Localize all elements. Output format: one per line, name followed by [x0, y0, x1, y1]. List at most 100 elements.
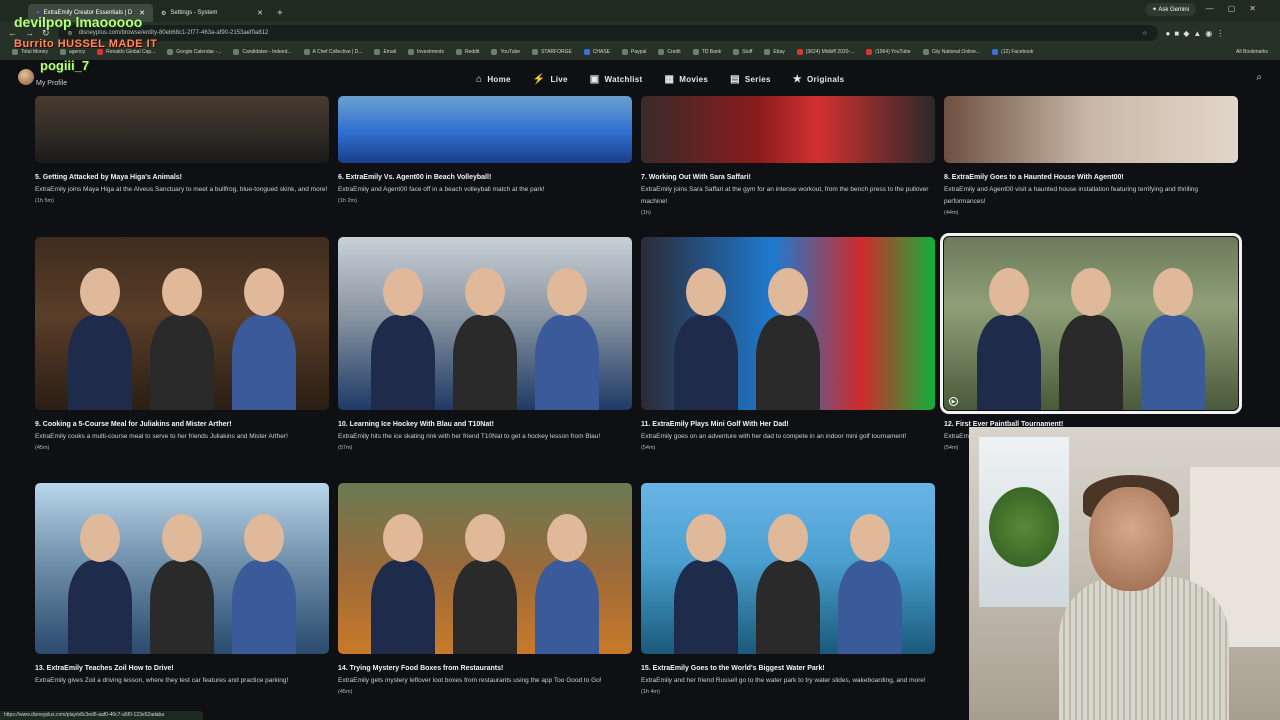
episode-thumbnail[interactable]	[338, 237, 632, 410]
episode-thumbnail[interactable]	[641, 237, 935, 410]
bookmark-item[interactable]: Google Calendar -...	[167, 49, 221, 55]
episode-duration: (1h)	[641, 210, 651, 216]
episode-title[interactable]: 9. Cooking a 5-Course Meal for Juliakins…	[35, 421, 329, 428]
thumbnail-figure	[1059, 314, 1123, 410]
bookmark-item[interactable]: (12) Facebook	[992, 49, 1033, 55]
bookmark-item[interactable]: STARFORGE	[532, 49, 572, 55]
extensions-icons[interactable]: ●■◆▲◉⋮	[1166, 29, 1229, 38]
episode-title[interactable]: 8. ExtraEmily Goes to a Haunted House Wi…	[944, 174, 1238, 181]
bookmark-label: Email	[383, 49, 396, 55]
window-controls[interactable]: —▢✕	[1206, 4, 1270, 13]
episode-title[interactable]: 11. ExtraEmily Plays Mini Golf With Her …	[641, 421, 935, 428]
bookmark-item[interactable]: A Chef Collective | D...	[303, 49, 363, 55]
new-tab-button[interactable]: +	[271, 8, 289, 22]
stream-overlay-chat-3: pogiii_7	[40, 58, 90, 73]
episode-description: ExtraEmily and Agent00 visit a haunted h…	[944, 186, 1199, 205]
bookmark-item[interactable]: Paypal	[622, 49, 646, 55]
episode-thumbnail[interactable]	[338, 96, 632, 163]
bookmark-favicon-icon	[455, 49, 462, 55]
episode-card[interactable]: 9. Cooking a 5-Course Meal for Juliakins…	[35, 237, 329, 451]
bookmark-item[interactable]: Reddit	[455, 49, 479, 55]
bookmark-label: YouTube	[500, 49, 521, 55]
bookmark-item[interactable]: (1964) YouTube	[866, 49, 911, 55]
episode-thumbnail[interactable]	[35, 237, 329, 410]
site-info-icon[interactable]: ⊜	[68, 30, 73, 37]
episode-card[interactable]: 8. ExtraEmily Goes to a Haunted House Wi…	[944, 96, 1238, 216]
episode-thumbnail[interactable]	[338, 483, 632, 654]
nav-item-movies[interactable]: ▦ Movies	[664, 74, 708, 85]
thumbnail-figure	[67, 314, 132, 410]
episode-title[interactable]: 14. Trying Mystery Food Boxes from Resta…	[338, 665, 632, 672]
search-icon[interactable]: ⌕	[1256, 72, 1262, 83]
thumbnail-face	[850, 513, 891, 562]
bookmark-favicon-icon	[922, 49, 929, 55]
bookmark-favicon-icon	[532, 49, 539, 55]
play-icon[interactable]: ▶	[949, 397, 958, 406]
episode-title[interactable]: 5. Getting Attacked by Maya Higa's Anima…	[35, 174, 329, 181]
thumbnail-face	[768, 513, 808, 562]
episode-title[interactable]: 15. ExtraEmily Goes to the World's Bigge…	[641, 665, 935, 672]
thumbnail-face	[244, 513, 285, 562]
thumbnail-figure	[453, 314, 517, 410]
bookmark-item[interactable]: Ebay	[764, 49, 785, 55]
episode-thumbnail[interactable]: ▶	[940, 233, 1242, 414]
browser-tab-bar: ● ExtraEmily Creator Essentials | D ✕ ⚙ …	[0, 0, 1280, 22]
thumbnail-figure	[150, 559, 214, 654]
bookmark-item[interactable]: Investments	[407, 49, 444, 55]
episode-card[interactable]: 7. Working Out With Sara Saffari! ExtraEm…	[641, 96, 935, 216]
episode-thumbnail[interactable]	[35, 96, 329, 163]
episode-card[interactable]: 13. ExtraEmily Teaches Zoil How to Drive…	[35, 483, 329, 689]
nav-item-home[interactable]: ⌂ Home	[476, 74, 511, 85]
episode-title[interactable]: 6. ExtraEmily Vs. Agent00 in Beach Volle…	[338, 174, 632, 181]
episode-card[interactable]: 11. ExtraEmily Plays Mini Golf With Her …	[641, 237, 935, 451]
bookmark-favicon-icon	[622, 49, 629, 55]
episode-thumbnail[interactable]	[35, 483, 329, 654]
tab-settings[interactable]: ⚙ Settings - System ✕	[153, 4, 271, 22]
watchlist-icon: ▣	[589, 73, 600, 85]
bookmark-item[interactable]: CHASE	[583, 49, 610, 55]
address-bar[interactable]: ⊜ disneyplus.com/browse/entity-80eb68c1-…	[57, 25, 1158, 41]
bookmark-label: A Chef Collective | D...	[312, 49, 363, 55]
episode-card[interactable]: 15. ExtraEmily Goes to the World's Bigge…	[641, 483, 935, 695]
episode-card[interactable]: 14. Trying Mystery Food Boxes from Resta…	[338, 483, 632, 695]
nav-item-originals[interactable]: ★ Originals	[793, 74, 845, 85]
episode-title[interactable]: 7. Working Out With Sara Saffari!	[641, 174, 935, 181]
bookmark-item[interactable]: TD Bank	[692, 49, 722, 55]
bookmark-label: (1964) YouTube	[875, 49, 911, 55]
episode-card[interactable]: 10. Learning Ice Hockey With Blau and T1…	[338, 237, 632, 451]
episode-description: ExtraEmily joins Sara Saffari at the gym…	[641, 186, 929, 205]
bookmark-item[interactable]: YouTube	[491, 49, 520, 55]
close-tab-icon[interactable]: ✕	[257, 9, 263, 17]
stream-overlay-chat-1: devilpop lmaooooo	[14, 14, 143, 30]
episode-card[interactable]: 5. Getting Attacked by Maya Higa's Anima…	[35, 96, 329, 204]
nav-item-series[interactable]: ▤ Series	[730, 74, 771, 85]
thumbnail-figure	[976, 314, 1041, 410]
bookmark-label: Ebay	[773, 49, 785, 55]
thumbnail-figure	[150, 314, 214, 410]
bookmark-item[interactable]: Email	[374, 49, 396, 55]
nav-item-label: Series	[744, 74, 771, 84]
episode-title[interactable]: 10. Learning Ice Hockey With Blau and T1…	[338, 421, 632, 428]
episode-title[interactable]: 13. ExtraEmily Teaches Zoil How to Drive…	[35, 665, 329, 672]
episode-thumbnail[interactable]	[641, 483, 935, 654]
thumbnail-figure	[453, 559, 517, 654]
bookmark-star-icon[interactable]: ☆	[1142, 30, 1147, 37]
thumbnail-image	[338, 96, 632, 163]
episode-thumbnail[interactable]	[641, 96, 935, 163]
all-bookmarks-button[interactable]: All Bookmarks	[1236, 49, 1268, 55]
bookmark-item[interactable]: Stuff	[733, 49, 752, 55]
bookmark-item[interactable]: City National Online...	[922, 49, 980, 55]
nav-item-live[interactable]: ⚡ Live	[533, 74, 568, 85]
bookmark-item[interactable]: Candidates - Indeed...	[233, 49, 292, 55]
episode-thumbnail[interactable]	[944, 96, 1238, 163]
bookmark-item[interactable]: (3624) Midkiff 2020-...	[796, 49, 854, 55]
bookmark-favicon-icon	[407, 49, 414, 55]
bookmark-label: TD Bank	[701, 49, 722, 55]
nav-item-watchlist[interactable]: ▣ Watchlist	[590, 74, 643, 85]
episode-card[interactable]: ▶ 12. First Ever Paintball Tournament! Ext…	[940, 233, 1242, 451]
episode-card[interactable]: 6. ExtraEmily Vs. Agent00 in Beach Volle…	[338, 96, 632, 204]
bookmark-item[interactable]: Credit	[658, 49, 681, 55]
thumbnail-figure	[756, 559, 820, 654]
ask-gemini-button[interactable]: ✦ Ask Gemini	[1144, 3, 1196, 16]
episode-description: ExtraEmily gives Zoil a driving lesson, …	[35, 677, 289, 684]
